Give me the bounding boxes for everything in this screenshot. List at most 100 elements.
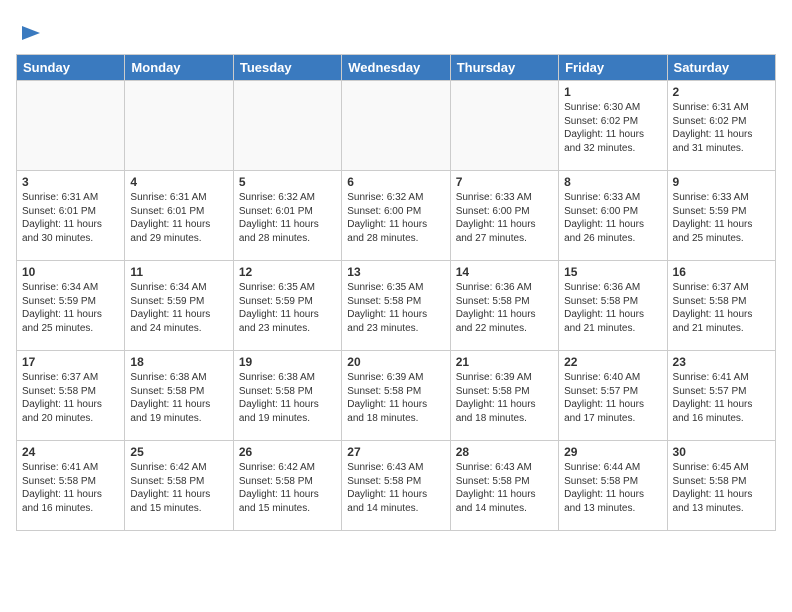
calendar-cell: 16 Sunrise: 6:37 AMSunset: 5:58 PMDayligh…: [667, 261, 775, 351]
day-number: 24: [22, 445, 119, 459]
calendar-table: SundayMondayTuesdayWednesdayThursdayFrid…: [16, 54, 776, 531]
day-number: 13: [347, 265, 444, 279]
calendar-cell: 1 Sunrise: 6:30 AMSunset: 6:02 PMDaylight…: [559, 81, 667, 171]
day-info: Sunrise: 6:37 AMSunset: 5:58 PMDaylight:…: [22, 371, 119, 425]
day-number: 5: [239, 175, 336, 189]
day-number: 12: [239, 265, 336, 279]
calendar-cell: [125, 81, 233, 171]
day-info: Sunrise: 6:34 AMSunset: 5:59 PMDaylight:…: [130, 281, 227, 335]
calendar-cell: 12 Sunrise: 6:35 AMSunset: 5:59 PMDayligh…: [233, 261, 341, 351]
day-number: 2: [673, 85, 770, 99]
calendar-cell: 4 Sunrise: 6:31 AMSunset: 6:01 PMDaylight…: [125, 171, 233, 261]
calendar-cell: 7 Sunrise: 6:33 AMSunset: 6:00 PMDaylight…: [450, 171, 558, 261]
calendar-cell: 22 Sunrise: 6:40 AMSunset: 5:57 PMDayligh…: [559, 351, 667, 441]
day-number: 6: [347, 175, 444, 189]
calendar-cell: 28 Sunrise: 6:43 AMSunset: 5:58 PMDayligh…: [450, 441, 558, 531]
calendar-cell: 17 Sunrise: 6:37 AMSunset: 5:58 PMDayligh…: [17, 351, 125, 441]
day-number: 28: [456, 445, 553, 459]
weekday-header-thursday: Thursday: [450, 55, 558, 81]
calendar-cell: 24 Sunrise: 6:41 AMSunset: 5:58 PMDayligh…: [17, 441, 125, 531]
day-number: 1: [564, 85, 661, 99]
day-info: Sunrise: 6:38 AMSunset: 5:58 PMDaylight:…: [239, 371, 336, 425]
weekday-header-friday: Friday: [559, 55, 667, 81]
day-info: Sunrise: 6:41 AMSunset: 5:58 PMDaylight:…: [22, 461, 119, 515]
week-row-4: 17 Sunrise: 6:37 AMSunset: 5:58 PMDayligh…: [17, 351, 776, 441]
weekday-header-sunday: Sunday: [17, 55, 125, 81]
week-row-3: 10Sunrise: 6:34 AMSunset: 5:59 PMDayligh…: [17, 261, 776, 351]
day-info: Sunrise: 6:39 AMSunset: 5:58 PMDaylight:…: [456, 371, 553, 425]
calendar-cell: [233, 81, 341, 171]
calendar-cell: 15Sunrise: 6:36 AMSunset: 5:58 PMDayligh…: [559, 261, 667, 351]
day-number: 18: [130, 355, 227, 369]
calendar-cell: [17, 81, 125, 171]
day-info: Sunrise: 6:30 AMSunset: 6:02 PMDaylight:…: [564, 101, 661, 155]
day-number: 27: [347, 445, 444, 459]
day-info: Sunrise: 6:35 AMSunset: 5:59 PMDaylight:…: [239, 281, 336, 335]
calendar-cell: 2 Sunrise: 6:31 AMSunset: 6:02 PMDaylight…: [667, 81, 775, 171]
week-row-2: 3 Sunrise: 6:31 AMSunset: 6:01 PMDaylight…: [17, 171, 776, 261]
week-row-1: 1 Sunrise: 6:30 AMSunset: 6:02 PMDaylight…: [17, 81, 776, 171]
calendar-cell: 6 Sunrise: 6:32 AMSunset: 6:00 PMDaylight…: [342, 171, 450, 261]
day-info: Sunrise: 6:31 AMSunset: 6:02 PMDaylight:…: [673, 101, 770, 155]
calendar-cell: 8Sunrise: 6:33 AMSunset: 6:00 PMDaylight…: [559, 171, 667, 261]
day-number: 22: [564, 355, 661, 369]
logo: [16, 16, 42, 44]
calendar-cell: 20 Sunrise: 6:39 AMSunset: 5:58 PMDayligh…: [342, 351, 450, 441]
day-info: Sunrise: 6:44 AMSunset: 5:58 PMDaylight:…: [564, 461, 661, 515]
weekday-header-tuesday: Tuesday: [233, 55, 341, 81]
calendar-cell: 9 Sunrise: 6:33 AMSunset: 5:59 PMDaylight…: [667, 171, 775, 261]
day-info: Sunrise: 6:42 AMSunset: 5:58 PMDaylight:…: [130, 461, 227, 515]
day-number: 14: [456, 265, 553, 279]
day-info: Sunrise: 6:42 AMSunset: 5:58 PMDaylight:…: [239, 461, 336, 515]
day-number: 3: [22, 175, 119, 189]
day-info: Sunrise: 6:43 AMSunset: 5:58 PMDaylight:…: [456, 461, 553, 515]
calendar-cell: 10Sunrise: 6:34 AMSunset: 5:59 PMDayligh…: [17, 261, 125, 351]
calendar-cell: 23Sunrise: 6:41 AMSunset: 5:57 PMDayligh…: [667, 351, 775, 441]
day-info: Sunrise: 6:32 AMSunset: 6:00 PMDaylight:…: [347, 191, 444, 245]
day-number: 4: [130, 175, 227, 189]
calendar-cell: 11 Sunrise: 6:34 AMSunset: 5:59 PMDayligh…: [125, 261, 233, 351]
calendar-cell: 5Sunrise: 6:32 AMSunset: 6:01 PMDaylight…: [233, 171, 341, 261]
calendar-cell: 18Sunrise: 6:38 AMSunset: 5:58 PMDayligh…: [125, 351, 233, 441]
calendar-cell: 3 Sunrise: 6:31 AMSunset: 6:01 PMDaylight…: [17, 171, 125, 261]
day-info: Sunrise: 6:33 AMSunset: 6:00 PMDaylight:…: [456, 191, 553, 245]
day-info: Sunrise: 6:36 AMSunset: 5:58 PMDaylight:…: [456, 281, 553, 335]
calendar-cell: 25 Sunrise: 6:42 AMSunset: 5:58 PMDayligh…: [125, 441, 233, 531]
page-header: [16, 16, 776, 44]
day-number: 26: [239, 445, 336, 459]
day-number: 9: [673, 175, 770, 189]
day-number: 8: [564, 175, 661, 189]
day-number: 23: [673, 355, 770, 369]
calendar-cell: [450, 81, 558, 171]
day-number: 11: [130, 265, 227, 279]
calendar-cell: 26 Sunrise: 6:42 AMSunset: 5:58 PMDayligh…: [233, 441, 341, 531]
day-info: Sunrise: 6:43 AMSunset: 5:58 PMDaylight:…: [347, 461, 444, 515]
day-number: 30: [673, 445, 770, 459]
day-info: Sunrise: 6:40 AMSunset: 5:57 PMDaylight:…: [564, 371, 661, 425]
weekday-header-wednesday: Wednesday: [342, 55, 450, 81]
week-row-5: 24 Sunrise: 6:41 AMSunset: 5:58 PMDayligh…: [17, 441, 776, 531]
day-info: Sunrise: 6:33 AMSunset: 5:59 PMDaylight:…: [673, 191, 770, 245]
day-number: 17: [22, 355, 119, 369]
weekday-header-saturday: Saturday: [667, 55, 775, 81]
day-number: 21: [456, 355, 553, 369]
day-number: 15: [564, 265, 661, 279]
day-info: Sunrise: 6:31 AMSunset: 6:01 PMDaylight:…: [22, 191, 119, 245]
logo-arrow-icon: [20, 22, 42, 44]
calendar-cell: 13Sunrise: 6:35 AMSunset: 5:58 PMDayligh…: [342, 261, 450, 351]
day-number: 7: [456, 175, 553, 189]
calendar-cell: [342, 81, 450, 171]
calendar-cell: 19 Sunrise: 6:38 AMSunset: 5:58 PMDayligh…: [233, 351, 341, 441]
calendar-cell: 14 Sunrise: 6:36 AMSunset: 5:58 PMDayligh…: [450, 261, 558, 351]
day-info: Sunrise: 6:45 AMSunset: 5:58 PMDaylight:…: [673, 461, 770, 515]
day-number: 19: [239, 355, 336, 369]
calendar-cell: 21 Sunrise: 6:39 AMSunset: 5:58 PMDayligh…: [450, 351, 558, 441]
day-info: Sunrise: 6:31 AMSunset: 6:01 PMDaylight:…: [130, 191, 227, 245]
day-number: 16: [673, 265, 770, 279]
weekday-header-monday: Monday: [125, 55, 233, 81]
day-info: Sunrise: 6:39 AMSunset: 5:58 PMDaylight:…: [347, 371, 444, 425]
day-number: 25: [130, 445, 227, 459]
day-number: 29: [564, 445, 661, 459]
day-info: Sunrise: 6:37 AMSunset: 5:58 PMDaylight:…: [673, 281, 770, 335]
day-number: 20: [347, 355, 444, 369]
